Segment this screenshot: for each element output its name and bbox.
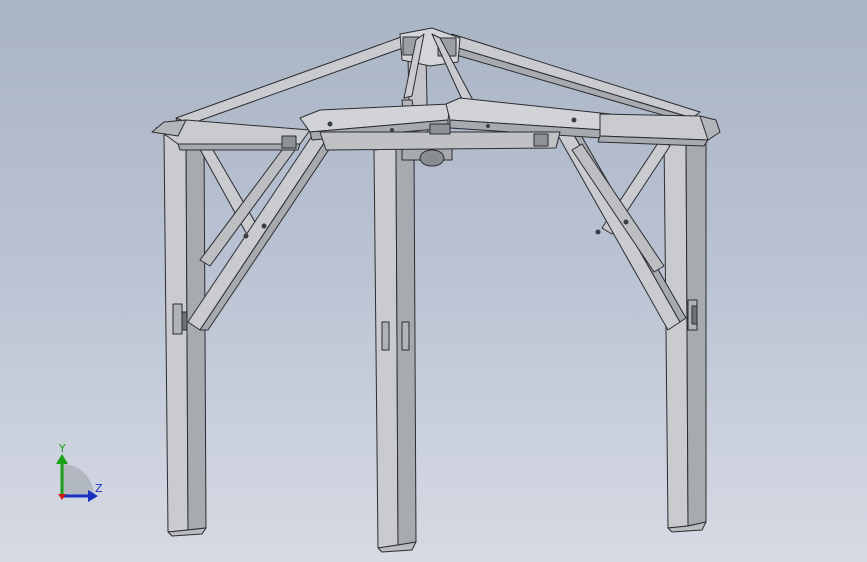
triad-y-arrow <box>56 454 68 464</box>
bolt <box>623 219 629 225</box>
bolt <box>486 124 490 128</box>
bracket-center-post-left <box>381 321 390 351</box>
axis-triad: Y Z <box>40 440 120 510</box>
center-hub-bolt <box>419 149 445 167</box>
post-right-side <box>663 132 689 529</box>
bracket-left-post <box>172 303 183 335</box>
triad-z-label: Z <box>95 482 103 495</box>
gazebo-frame-model[interactable] <box>0 0 867 562</box>
bolt <box>595 229 601 235</box>
post-left-front <box>185 132 207 531</box>
bracket-center-post-right <box>401 321 410 351</box>
beam-center-cross <box>319 131 561 151</box>
bolt <box>261 223 267 229</box>
3d-viewport[interactable]: Y Z <box>0 0 867 562</box>
bolt <box>327 121 333 127</box>
bracket-left-post-tab <box>181 311 188 331</box>
bolt <box>243 233 249 239</box>
gusset-plate-left <box>281 135 297 149</box>
bolt <box>571 117 577 123</box>
bolt <box>390 128 394 132</box>
gusset-plate-front <box>429 123 451 135</box>
gusset-plate-right <box>533 133 549 147</box>
bracket-right-post-tab <box>691 305 698 325</box>
triad-y-label: Y <box>59 442 66 455</box>
